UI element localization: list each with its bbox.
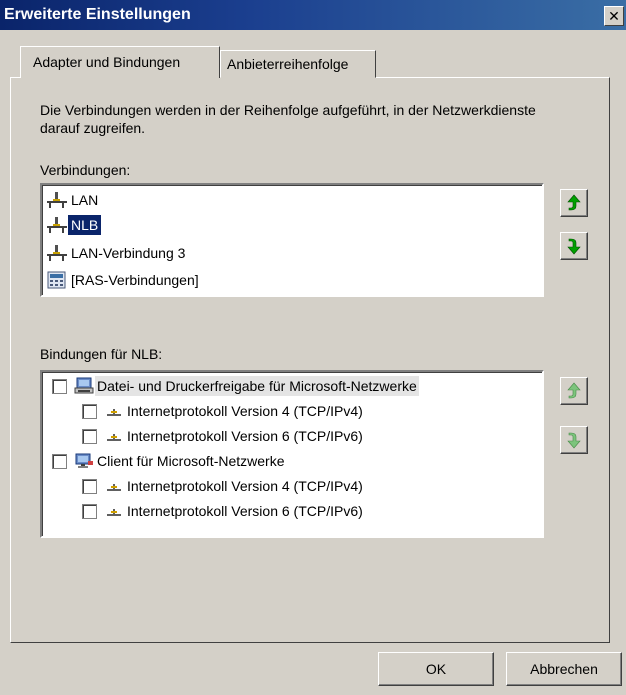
network-client-icon [75,453,93,468]
binding-checkbox[interactable] [52,453,67,469]
arrow-down-icon [567,238,581,255]
connections-label: Verbindungen: [40,162,131,178]
title-bar: Erweiterte Einstellungen ✕ [0,0,626,30]
list-item[interactable]: Client für Microsoft-Netzwerke [52,450,287,472]
close-icon: ✕ [608,8,620,24]
arrow-down-icon [567,432,581,449]
list-item[interactable]: LAN-Verbindung 3 [46,242,188,264]
network-adapter-icon [47,245,67,261]
move-up-button[interactable] [560,189,588,217]
move-down-button[interactable] [560,232,588,260]
binding-checkbox[interactable] [82,403,97,419]
protocol-icon [107,484,121,491]
list-item[interactable]: NLB [46,214,102,236]
tab-anbieterreihenfolge[interactable]: Anbieterreihenfolge [220,50,376,78]
description-text: Die Verbindungen werden in der Reihenfol… [40,102,536,136]
protocol-icon [107,509,121,516]
ras-connections-icon [47,271,66,289]
protocol-icon [107,434,121,441]
arrow-up-icon [567,194,581,211]
list-item[interactable]: Internetprotokoll Version 6 (TCP/IPv6) [82,425,365,447]
file-printer-sharing-icon [74,377,94,394]
list-item[interactable]: Internetprotokoll Version 6 (TCP/IPv6) [82,500,365,522]
network-adapter-icon [47,192,67,208]
cancel-button[interactable]: Abbrechen [506,652,622,686]
binding-move-down-button[interactable] [560,426,588,454]
list-item[interactable]: Internetprotokoll Version 4 (TCP/IPv4) [82,400,365,422]
list-item[interactable]: Datei- und Druckerfreigabe für Microsoft… [52,375,419,397]
list-item[interactable]: [RAS-Verbindungen] [46,269,202,291]
binding-checkbox[interactable] [52,378,67,394]
connections-list[interactable]: LAN NLB LAN-Verbindung 3 [RAS-Verbindung… [40,183,544,297]
close-button[interactable]: ✕ [604,6,624,26]
bindings-list[interactable]: Datei- und Druckerfreigabe für Microsoft… [40,370,544,538]
binding-checkbox[interactable] [82,503,97,519]
binding-checkbox[interactable] [82,478,97,494]
binding-move-up-button[interactable] [560,377,588,405]
binding-checkbox[interactable] [82,428,97,444]
tab-adapter-und-bindungen[interactable]: Adapter und Bindungen [20,46,220,78]
protocol-icon [107,409,121,416]
window-title: Erweiterte Einstellungen [4,6,191,23]
network-adapter-icon [47,217,67,233]
list-item[interactable]: LAN [46,189,101,211]
arrow-up-icon [567,382,581,399]
list-item[interactable]: Internetprotokoll Version 4 (TCP/IPv4) [82,475,365,497]
ok-button[interactable]: OK [378,652,494,686]
bindings-label: Bindungen für NLB: [40,346,163,362]
